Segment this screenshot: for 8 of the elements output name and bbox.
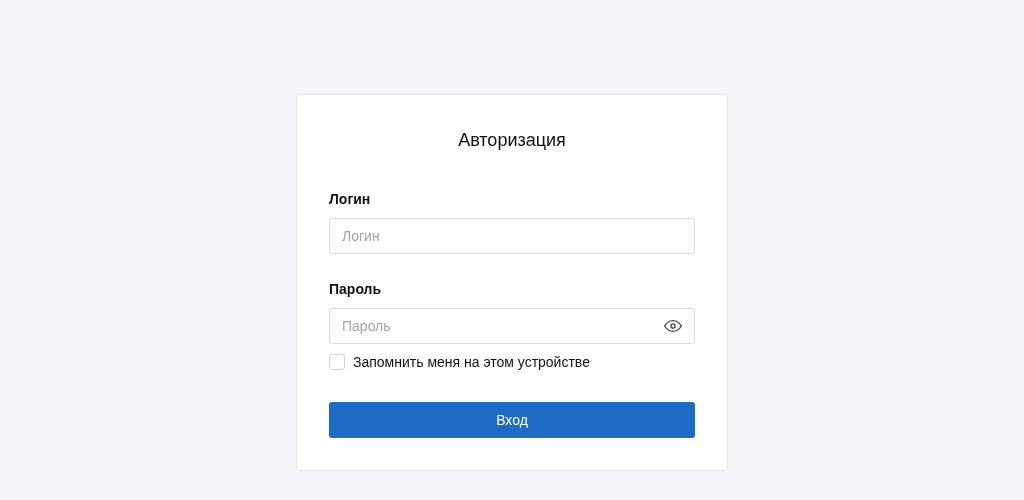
password-field[interactable]: Пароль [329,308,695,344]
login-button[interactable]: Вход [329,402,695,438]
login-field[interactable]: Логин [329,218,695,254]
remember-checkbox[interactable] [329,354,345,370]
field-label: Логин [329,190,372,208]
card-title: Авторизация [457,129,567,152]
field-label: Пароль [329,280,383,298]
remember-label: Запомнить меня на этом устройстве [353,354,590,370]
